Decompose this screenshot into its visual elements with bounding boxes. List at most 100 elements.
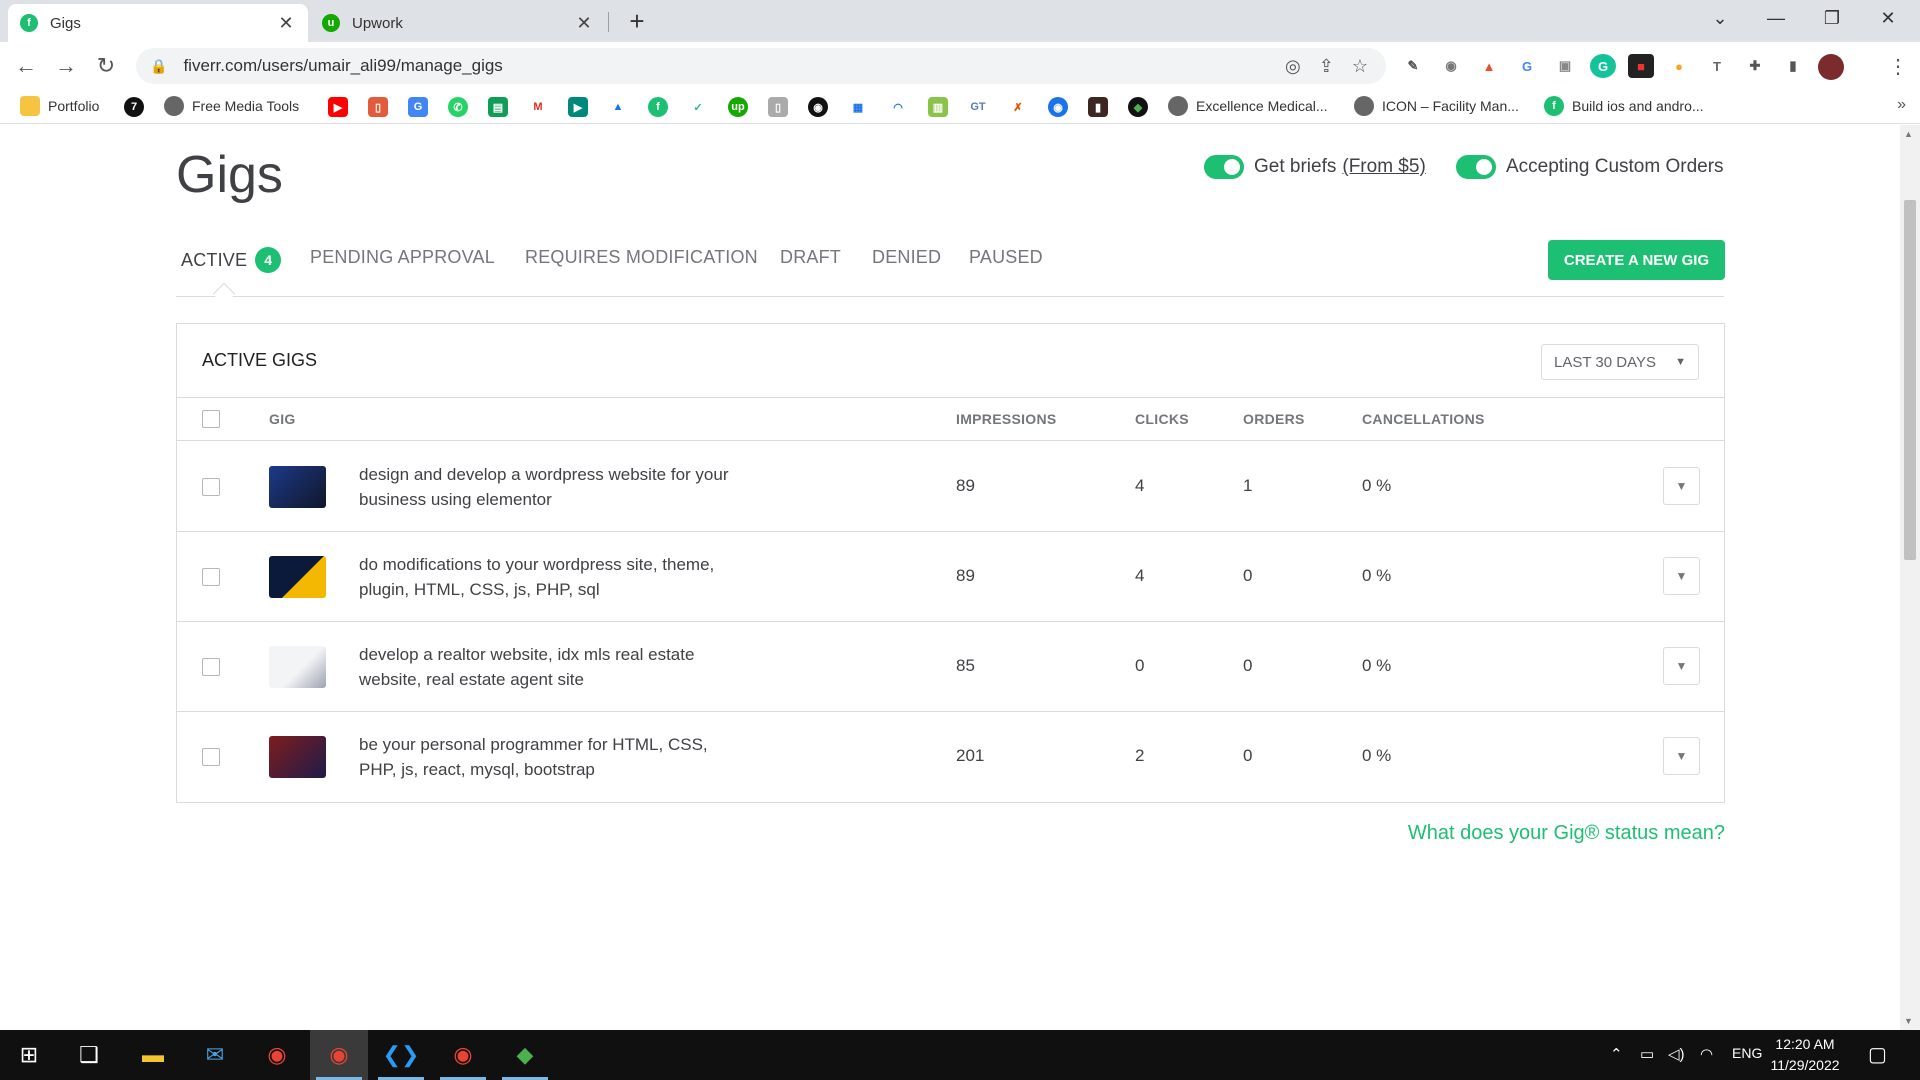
more-bookmarks-icon[interactable]: » <box>1897 96 1906 114</box>
translate-icon[interactable]: G <box>408 97 428 117</box>
bookmark-free-media-tools[interactable]: Free Media Tools <box>164 96 299 116</box>
colorful-extension-icon[interactable]: ● <box>1666 54 1692 78</box>
back-icon[interactable]: ← <box>10 50 42 82</box>
mongodb-icon[interactable]: ◆ <box>1128 97 1148 117</box>
window-close-icon[interactable]: ✕ <box>1860 0 1916 36</box>
mail-icon[interactable]: ✉ <box>186 1030 244 1080</box>
tab-requires-modification[interactable]: REQUIRES MODIFICATION <box>525 247 758 268</box>
side-panel-icon[interactable]: ▮ <box>1780 54 1806 78</box>
apps-grid-icon[interactable]: ▦ <box>848 97 868 117</box>
check-icon[interactable]: ✓ <box>688 97 708 117</box>
meet-icon[interactable]: ▶ <box>568 97 588 117</box>
eyedropper-extension-icon[interactable]: ✎ <box>1400 54 1426 78</box>
chrome-icon[interactable]: ◉ <box>248 1030 306 1080</box>
menu-kebab-icon[interactable]: ⋮ <box>1888 54 1908 79</box>
wifi-icon[interactable]: ◠ <box>888 97 908 117</box>
scroll-up-icon[interactable]: ▲ <box>1904 129 1913 139</box>
row-actions-dropdown[interactable]: ▼ <box>1663 647 1700 685</box>
forward-icon[interactable]: → <box>50 50 82 82</box>
gmail-icon[interactable]: M <box>528 97 548 117</box>
bookmark-icon-facility[interactable]: ICON – Facility Man... <box>1354 96 1519 116</box>
whatsapp-icon[interactable]: ✆ <box>448 97 468 117</box>
gig-status-help-link[interactable]: What does your Gig® status mean? <box>1408 822 1725 845</box>
get-briefs-price-link[interactable]: (From $5) <box>1342 156 1425 178</box>
restore-icon[interactable]: ❐ <box>1804 0 1860 36</box>
puzzle-extensions-icon[interactable]: ✚ <box>1742 54 1768 78</box>
share-icon[interactable]: ⇪ <box>1319 56 1334 77</box>
gig-title-link[interactable]: do modifications to your wordpress site,… <box>359 552 739 602</box>
close-icon[interactable]: ✕ <box>276 13 296 34</box>
drive-icon[interactable]: ▲ <box>608 97 628 117</box>
get-briefs-toggle[interactable] <box>1204 155 1244 179</box>
show-hidden-icons-icon[interactable]: ⌃ <box>1610 1045 1623 1063</box>
row-actions-dropdown[interactable]: ▼ <box>1663 467 1700 505</box>
translate-extension-icon[interactable]: G <box>1514 54 1540 78</box>
chrome-profile-icon[interactable]: ◉ <box>310 1030 368 1080</box>
chart-icon[interactable]: ▥ <box>928 97 948 117</box>
bookmark-excellence[interactable]: Excellence Medical... <box>1168 96 1328 116</box>
gt-icon[interactable]: GT <box>968 97 988 117</box>
file-explorer-icon[interactable]: ▬ <box>124 1030 182 1080</box>
grammarly-extension-icon[interactable]: G <box>1590 54 1616 78</box>
tab-upwork[interactable]: u Upwork ✕ <box>310 4 606 42</box>
chrome-profile-2-icon[interactable]: ◉ <box>434 1030 492 1080</box>
image-extension-icon[interactable]: ▣ <box>1552 54 1578 78</box>
vscode-icon[interactable]: ❮❯ <box>372 1030 430 1080</box>
profile-avatar[interactable] <box>1818 54 1844 80</box>
gig-title-link[interactable]: be your personal programmer for HTML, CS… <box>359 732 739 782</box>
new-tab-icon[interactable]: + <box>622 6 652 37</box>
address-bar[interactable]: 🔒 fiverr.com/users/umair_ali99/manage_gi… <box>136 48 1386 84</box>
font-extension-icon[interactable]: T <box>1704 54 1730 78</box>
bookmark-figure-icon[interactable]: ✗ <box>1008 97 1028 117</box>
period-dropdown[interactable]: LAST 30 DAYS ▼ <box>1541 344 1699 380</box>
star-icon[interactable]: ☆ <box>1352 56 1368 77</box>
upwork-icon[interactable]: up <box>728 97 748 117</box>
fiverr-icon[interactable]: f <box>648 97 668 117</box>
bookmark-build-ios[interactable]: f Build ios and andro... <box>1544 96 1704 116</box>
lock-icon[interactable]: 🔒 <box>150 58 167 75</box>
bookmark-7-icon[interactable]: 7 <box>124 97 144 117</box>
minimize-icon[interactable]: — <box>1748 0 1804 36</box>
tab-active[interactable]: ACTIVE 4 <box>181 247 282 273</box>
gig-thumbnail[interactable] <box>269 646 326 688</box>
row-actions-dropdown[interactable]: ▼ <box>1663 557 1700 595</box>
camera-extension-icon[interactable]: ◉ <box>1438 54 1464 78</box>
tab-paused[interactable]: PAUSED <box>969 247 1043 268</box>
bookmark-grey-icon[interactable]: ▯ <box>768 97 788 117</box>
page-scrollbar[interactable]: ▲ ▼ <box>1900 125 1920 1030</box>
scroll-down-icon[interactable]: ▼ <box>1904 1016 1913 1026</box>
eye-off-icon[interactable]: ◎ <box>1285 56 1301 77</box>
gig-title-link[interactable]: design and develop a wordpress website f… <box>359 462 739 512</box>
close-icon[interactable]: ✕ <box>574 13 594 34</box>
gig-thumbnail[interactable] <box>269 736 326 778</box>
eye-bookmark-icon[interactable]: ◉ <box>1048 97 1068 117</box>
create-new-gig-button[interactable]: CREATE A NEW GIG <box>1548 240 1725 280</box>
bookmark-dark-icon[interactable]: ▮ <box>1088 97 1108 117</box>
reload-icon[interactable]: ↻ <box>90 50 122 82</box>
battery-icon[interactable]: ▭ <box>1640 1045 1654 1063</box>
gig-thumbnail[interactable] <box>269 466 326 508</box>
row-actions-dropdown[interactable]: ▼ <box>1663 737 1700 775</box>
select-all-checkbox[interactable] <box>202 410 220 428</box>
chat-icon[interactable]: ▤ <box>488 97 508 117</box>
bookmark-portfolio[interactable]: Portfolio <box>20 96 99 116</box>
mongodb-compass-icon[interactable]: ◆ <box>496 1030 554 1080</box>
language-indicator[interactable]: ENG <box>1732 1045 1762 1061</box>
lock-extension-icon[interactable]: ▲ <box>1476 54 1502 78</box>
notifications-icon[interactable]: ▢ <box>1868 1042 1887 1067</box>
row-checkbox[interactable] <box>202 568 220 586</box>
tab-gigs[interactable]: f Gigs ✕ <box>8 4 308 42</box>
row-checkbox[interactable] <box>202 748 220 766</box>
scrollbar-thumb[interactable] <box>1904 200 1916 560</box>
screen-recorder-extension-icon[interactable]: ■ <box>1628 54 1654 78</box>
tab-search-icon[interactable]: ⌄ <box>1692 0 1748 36</box>
row-checkbox[interactable] <box>202 478 220 496</box>
volume-icon[interactable]: ◁) <box>1668 1045 1685 1063</box>
tab-pending-approval[interactable]: PENDING APPROVAL <box>310 247 495 268</box>
custom-orders-toggle[interactable] <box>1456 155 1496 179</box>
tab-draft[interactable]: DRAFT <box>780 247 841 268</box>
gig-thumbnail[interactable] <box>269 556 326 598</box>
github-icon[interactable]: ◉ <box>808 97 828 117</box>
tab-denied[interactable]: DENIED <box>872 247 941 268</box>
system-clock[interactable]: 12:20 AM 11/29/2022 <box>1760 1034 1850 1076</box>
